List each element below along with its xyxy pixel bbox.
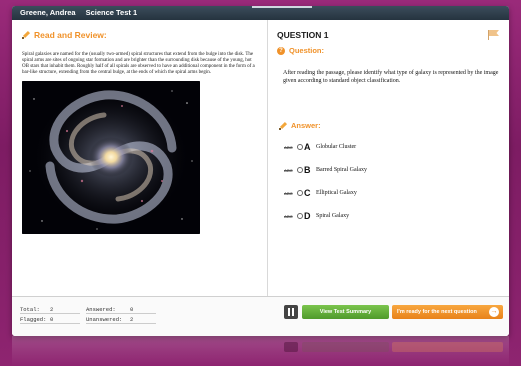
unanswered-value: 2 [130,316,134,323]
strikethrough-tool-icon[interactable]: ABC [284,145,295,150]
question-label: Question: [289,46,324,55]
question-mark-icon: ? [277,46,285,55]
test-window: Greene, Andrea Science Test 1 Read and R… [12,6,509,336]
view-test-summary-button[interactable]: View Test Summary [302,305,389,319]
pencil-icon [22,31,30,39]
flagged-label: Flagged: [20,316,47,323]
option-letter: D [304,211,311,221]
answered-value: 0 [130,306,134,313]
title-bar: Greene, Andrea Science Test 1 [12,6,509,20]
next-question-button[interactable]: I'm ready for the next question → [392,305,503,319]
footer-bar: Total: 2 Answered: 0 Flagged: 0 Unanswered:… [12,296,509,336]
answer-label: Answer: [291,121,321,130]
title-bar-indicator [252,6,312,8]
option-letter: A [304,142,311,152]
passage-text: Spiral galaxies are named for the (usual… [22,52,255,75]
answer-option-a[interactable]: ABC A Globular Cluster [284,141,501,153]
next-question-label: I'm ready for the next question [397,309,477,315]
arrow-right-circle-icon: → [489,307,499,317]
read-review-panel: Read and Review: Spiral galaxies are nam… [12,20,268,296]
read-review-heading: Read and Review: [22,30,257,40]
flag-icon[interactable] [488,30,499,40]
question-text: After reading the passage, please identi… [283,70,499,84]
answer-radio-a[interactable] [297,144,303,150]
answer-radio-d[interactable] [297,213,303,219]
flagged-value: 0 [50,316,54,323]
answered-label: Answered: [86,306,116,313]
question-panel: QUESTION 1 ? Question: After reading the… [269,20,509,296]
answer-option-b[interactable]: ABC B Barred Spiral Galaxy [284,164,501,176]
total-label: Total: [20,306,40,313]
option-text[interactable]: Spiral Galaxy [316,213,349,219]
student-name: Greene, Andrea [20,8,76,17]
answer-heading: Answer: [277,121,501,130]
main-content: Read and Review: Spiral galaxies are nam… [12,20,509,296]
strikethrough-tool-icon[interactable]: ABC [284,191,295,196]
option-text[interactable]: Barred Spiral Galaxy [316,167,367,173]
answer-options: ABC A Globular Cluster ABC B Barred Spir… [277,141,501,222]
answer-radio-c[interactable] [297,190,303,196]
strikethrough-tool-icon[interactable]: ABC [284,214,295,219]
question-number: QUESTION 1 [277,30,329,40]
answer-radio-b[interactable] [297,167,303,173]
total-value: 2 [50,306,54,313]
progress-stats: Total: 2 Answered: 0 Flagged: 0 Unanswered:… [20,305,162,325]
question-heading: ? Question: [277,46,501,55]
option-text[interactable]: Globular Cluster [316,144,356,150]
window-reflection [12,336,509,366]
test-name: Science Test 1 [85,8,138,17]
spiral-galaxy-illustration [22,81,200,234]
strikethrough-tool-icon[interactable]: ABC [284,168,295,173]
option-letter: C [304,188,311,198]
pencil-icon [279,122,287,130]
reflection-pause [284,342,298,352]
reflection-summary [302,342,389,352]
unanswered-label: Unanswered: [86,316,123,323]
option-text[interactable]: Elliptical Galaxy [316,190,357,196]
option-letter: B [304,165,311,175]
galaxy-image [22,81,200,234]
answer-option-c[interactable]: ABC C Elliptical Galaxy [284,187,501,199]
reflection-next [392,342,503,352]
pause-icon[interactable] [284,305,298,319]
answer-option-d[interactable]: ABC D Spiral Galaxy [284,210,501,222]
read-review-label: Read and Review: [34,30,107,40]
